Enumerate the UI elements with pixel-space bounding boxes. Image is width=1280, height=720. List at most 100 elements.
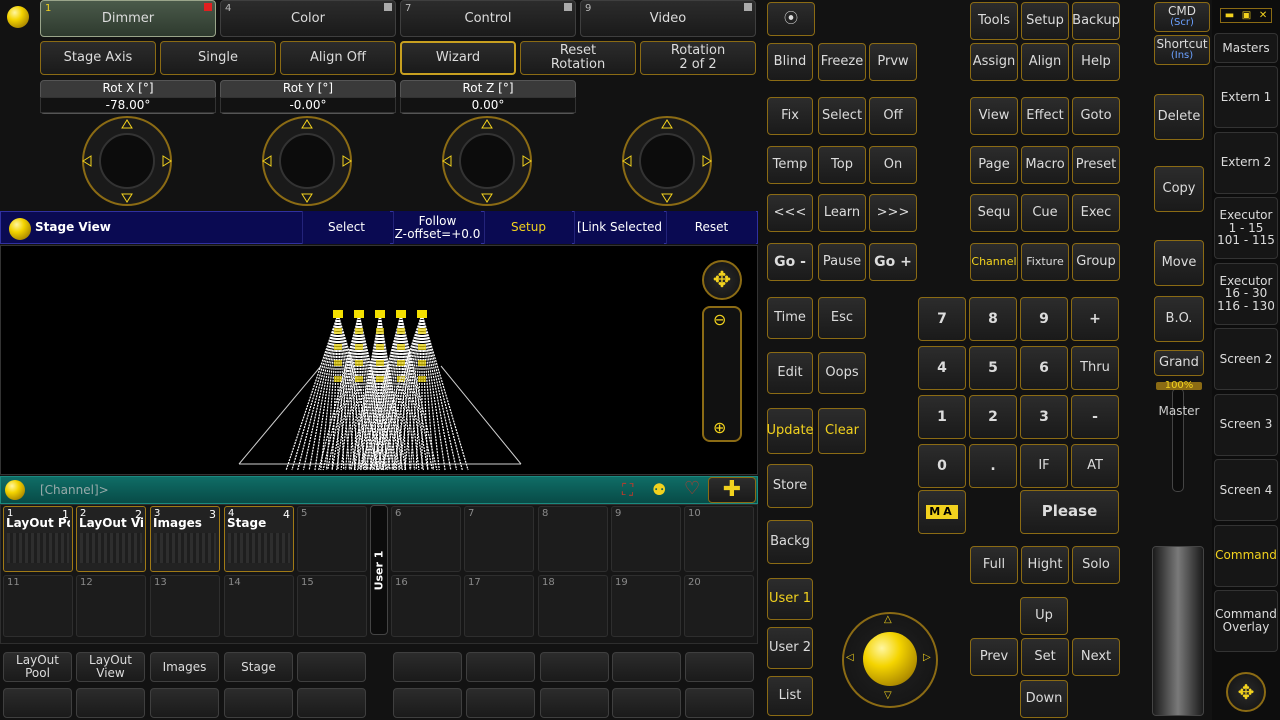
- pool-empty-7[interactable]: 7: [464, 506, 534, 572]
- key-grand[interactable]: Grand: [1154, 350, 1204, 376]
- window-controls[interactable]: ▬ ▣ ✕: [1220, 8, 1272, 23]
- preset-tab-0[interactable]: 1 Dimmer: [40, 0, 216, 37]
- encoder-knob-1[interactable]: [258, 116, 356, 206]
- key-assign[interactable]: Assign: [970, 43, 1018, 81]
- key-bo[interactable]: B.O.: [1154, 296, 1204, 342]
- key-highlight-dot[interactable]: ⦿: [767, 2, 815, 36]
- pool-empty-17[interactable]: 17: [464, 575, 534, 637]
- key-select[interactable]: Select: [818, 97, 866, 135]
- key-copy[interactable]: Copy: [1154, 166, 1204, 212]
- key-sequ[interactable]: Sequ: [970, 194, 1018, 232]
- side-button-2[interactable]: Extern 2: [1214, 131, 1278, 194]
- side-button-5[interactable]: Screen 2: [1214, 328, 1278, 390]
- side-button-1[interactable]: Extern 1: [1214, 66, 1278, 128]
- key-list[interactable]: List: [767, 676, 813, 716]
- view-button-row2-2[interactable]: [150, 688, 219, 718]
- side-move-icon[interactable]: ✥: [1226, 672, 1266, 712]
- view-button-8[interactable]: [612, 652, 681, 682]
- key-k8[interactable]: 8: [969, 297, 1017, 341]
- view-button-row2-5[interactable]: [393, 688, 462, 718]
- key-user1[interactable]: User 1: [767, 578, 813, 620]
- view-button-1[interactable]: LayOut View: [76, 652, 145, 682]
- view-button-0[interactable]: LayOut Pool: [3, 652, 72, 682]
- preset-tab-3[interactable]: 9 Video: [580, 0, 756, 37]
- pool-empty-18[interactable]: 18: [538, 575, 608, 637]
- zoom-in-icon[interactable]: ⊕: [713, 418, 726, 437]
- key-prev[interactable]: Prev: [970, 638, 1018, 676]
- key-k3[interactable]: 3: [1020, 395, 1068, 439]
- key-macro[interactable]: Macro: [1021, 146, 1069, 184]
- key-esc[interactable]: Esc: [818, 297, 866, 339]
- key-k1[interactable]: 1: [918, 395, 966, 439]
- key-dot[interactable]: .: [969, 444, 1017, 488]
- key-fix[interactable]: Fix: [767, 97, 813, 135]
- key-freeze[interactable]: Freeze: [818, 43, 866, 81]
- key-prvw[interactable]: Prvw: [869, 43, 917, 81]
- encoder-knob-3[interactable]: [618, 116, 716, 206]
- encoder-knob-2[interactable]: [438, 116, 536, 206]
- key-gominus[interactable]: Go -: [767, 243, 813, 281]
- stage-button-2[interactable]: Setup: [484, 211, 572, 244]
- command-line-ball[interactable]: [5, 480, 25, 500]
- view-button-row2-0[interactable]: [3, 688, 72, 718]
- pool-empty-6[interactable]: 6: [391, 506, 461, 572]
- pool-empty-12[interactable]: 12: [76, 575, 146, 637]
- key-cmd[interactable]: CMD (Scr): [1154, 2, 1210, 32]
- view-button-row2-4[interactable]: [297, 688, 366, 718]
- key-preset[interactable]: Preset: [1072, 146, 1120, 184]
- toolbar-button-3[interactable]: Wizard: [400, 41, 516, 75]
- preset-tab-1[interactable]: 4 Color: [220, 0, 396, 37]
- side-button-0[interactable]: Masters: [1214, 33, 1278, 63]
- trackball[interactable]: [863, 632, 917, 686]
- zoom-out-icon[interactable]: ⊖: [713, 310, 726, 329]
- stage-button-3[interactable]: [Link Selected: [574, 211, 664, 244]
- key-page[interactable]: Page: [970, 146, 1018, 184]
- key-move[interactable]: Move: [1154, 240, 1204, 286]
- key-k5[interactable]: 5: [969, 346, 1017, 390]
- key-update[interactable]: Update: [766, 408, 814, 454]
- key-shortcut[interactable]: Shortcut (Ins): [1154, 35, 1210, 65]
- pool-empty-11[interactable]: 11: [3, 575, 73, 637]
- fixtures-icon[interactable]: ⚉: [652, 480, 666, 499]
- key-learn[interactable]: Learn: [818, 194, 866, 232]
- key-full[interactable]: Full: [970, 546, 1018, 584]
- stage-view-ball[interactable]: [9, 218, 31, 240]
- key-delete[interactable]: Delete: [1154, 94, 1204, 140]
- key-please[interactable]: Please: [1020, 490, 1119, 534]
- view-button-7[interactable]: [540, 652, 609, 682]
- view-button-row2-8[interactable]: [612, 688, 681, 718]
- pool-empty-19[interactable]: 19: [611, 575, 681, 637]
- key-solo[interactable]: Solo: [1072, 546, 1120, 584]
- key-nextpage[interactable]: >>>: [869, 194, 917, 232]
- key-k7[interactable]: 7: [918, 297, 966, 341]
- key-top[interactable]: Top: [818, 146, 866, 184]
- toolbar-button-2[interactable]: Align Off: [280, 41, 396, 75]
- key-setup[interactable]: Setup: [1021, 2, 1069, 40]
- key-group[interactable]: Group: [1072, 243, 1120, 281]
- key-k0[interactable]: 0: [918, 444, 966, 488]
- side-button-8[interactable]: Command: [1214, 524, 1278, 587]
- key-blind[interactable]: Blind: [767, 43, 813, 81]
- key-cue[interactable]: Cue: [1021, 194, 1069, 232]
- pool-empty-5[interactable]: 5: [297, 506, 367, 572]
- key-help[interactable]: Help: [1072, 43, 1120, 81]
- key-time[interactable]: Time: [767, 297, 813, 339]
- key-tools[interactable]: Tools: [970, 2, 1018, 40]
- add-window-button[interactable]: ✚: [708, 477, 756, 503]
- toolbar-button-0[interactable]: Stage Axis: [40, 41, 156, 75]
- pool-empty-13[interactable]: 13: [150, 575, 220, 637]
- key-effect[interactable]: Effect: [1021, 97, 1069, 135]
- heart-icon[interactable]: ♡: [684, 478, 700, 499]
- key-clear[interactable]: Clear: [818, 408, 866, 454]
- key-align[interactable]: Align: [1021, 43, 1069, 81]
- key-pause[interactable]: Pause: [818, 243, 866, 281]
- key-temp[interactable]: Temp: [767, 146, 813, 184]
- stage-button-0[interactable]: Select: [302, 211, 390, 244]
- pool-item-1[interactable]: 2 2 LayOut Vi: [76, 506, 146, 572]
- side-button-9[interactable]: Command Overlay: [1214, 590, 1278, 652]
- key-next[interactable]: Next: [1072, 638, 1120, 676]
- key-at[interactable]: AT: [1071, 444, 1119, 488]
- side-button-3[interactable]: Executor 1 - 15 101 - 115: [1214, 197, 1278, 259]
- command-line-bar[interactable]: [0, 476, 758, 504]
- key-channel[interactable]: Channel: [970, 243, 1018, 281]
